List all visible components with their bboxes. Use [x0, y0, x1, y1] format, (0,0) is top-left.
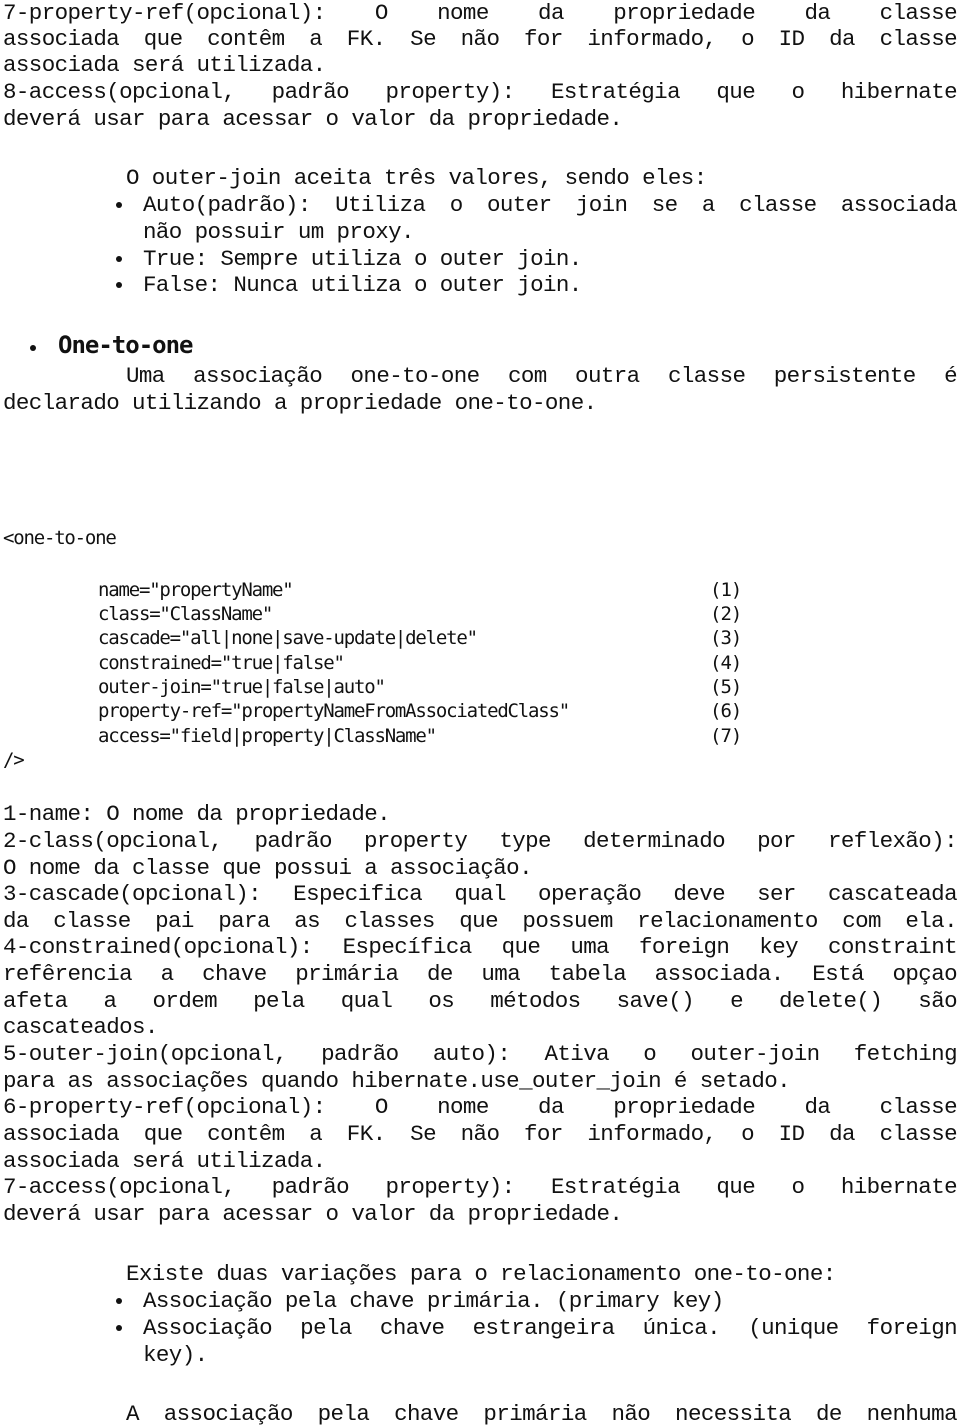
text-line: 6-property-ref(opcional): O nome da prop…: [3, 1094, 957, 1120]
bullet-icon: [116, 202, 122, 208]
code-annotation-number: (7): [710, 725, 742, 747]
code-attribute: access="field|property|ClassName": [98, 725, 437, 747]
code-annotation-number: (1): [710, 579, 742, 601]
text-line: para as associações quando hibernate.use…: [3, 1068, 791, 1094]
code-attribute: cascade="all|none|save-update|delete": [98, 627, 478, 649]
code-close-tag: />: [3, 749, 25, 771]
bullet-icon: [116, 1298, 122, 1304]
list-item-continued: key).: [143, 1342, 208, 1368]
text-line: 7-access(opcional, padrão property): Est…: [3, 1174, 957, 1200]
text-line: afeta a ordem pela qual os métodos save(…: [3, 988, 957, 1014]
code-annotation-number: (3): [710, 627, 742, 649]
text-line: associada que contêm a FK. Se não for in…: [3, 1121, 957, 1147]
text-line: 8-access(opcional, padrão property): Est…: [3, 79, 957, 105]
text-line: deverá usar para acessar o valor da prop…: [3, 1201, 623, 1227]
code-attribute: property-ref="propertyNameFromAssociated…: [98, 700, 570, 722]
text-line: associada será utilizada.: [3, 52, 326, 78]
section-paragraph-line: declarado utilizando a propriedade one-t…: [3, 390, 597, 416]
list-item: Associação pela chave estrangeira única.…: [143, 1315, 958, 1341]
text-line: 2-class(opcional, padrão property type d…: [3, 828, 957, 854]
code-open-tag: <one-to-one: [3, 527, 117, 549]
section-heading: One-to-one: [58, 331, 193, 359]
list-item: False: Nunca utiliza o outer join.: [143, 272, 582, 298]
text-line: 7-property-ref(opcional): O nome da prop…: [3, 0, 957, 26]
bullet-icon: [116, 256, 122, 262]
list-intro: Existe duas variações para o relacioname…: [126, 1261, 836, 1287]
code-annotation-number: (2): [710, 603, 742, 625]
text-line: O nome da classe que possui a associação…: [3, 855, 533, 881]
text-line: 1-name: O nome da propriedade.: [3, 801, 391, 827]
list-item-continued: não possuir um proxy.: [143, 219, 415, 245]
list-item: Associação pela chave primária. (primary…: [143, 1288, 724, 1314]
text-line: da classe pai para as classes que possue…: [3, 908, 957, 934]
text-line: cascateados.: [3, 1014, 158, 1040]
code-annotation-number: (6): [710, 700, 742, 722]
bullet-icon: [30, 345, 36, 351]
list-intro: O outer-join aceita três valores, sendo …: [126, 165, 707, 191]
text-line: 4-constrained(opcional): Específica que …: [3, 934, 957, 960]
bullet-icon: [116, 282, 122, 288]
closing-paragraph: A associação pela chave primária não nec…: [126, 1401, 958, 1427]
code-attribute: constrained="true|false": [98, 652, 345, 674]
section-paragraph-line: Uma associação one-to-one com outra clas…: [126, 363, 958, 389]
text-line: associada que contêm a FK. Se não for in…: [3, 26, 957, 52]
text-line: 3-cascade(opcional): Especifica qual ope…: [3, 881, 957, 907]
code-annotation-number: (4): [710, 652, 742, 674]
text-line: 5-outer-join(opcional, padrão auto): Ati…: [3, 1041, 957, 1067]
code-attribute: name="propertyName": [98, 579, 294, 601]
list-item: True: Sempre utiliza o outer join.: [143, 246, 582, 272]
bullet-icon: [116, 1325, 122, 1331]
text-line: deverá usar para acessar o valor da prop…: [3, 106, 623, 132]
code-attribute: outer-join="true|false|auto": [98, 676, 386, 698]
text-line: refêrencia a chave primária de uma tabel…: [3, 961, 957, 987]
code-annotation-number: (5): [710, 676, 742, 698]
list-item: Auto(padrão): Utiliza o outer join se a …: [143, 192, 958, 218]
code-attribute: class="ClassName": [98, 603, 273, 625]
text-line: associada será utilizada.: [3, 1148, 326, 1174]
